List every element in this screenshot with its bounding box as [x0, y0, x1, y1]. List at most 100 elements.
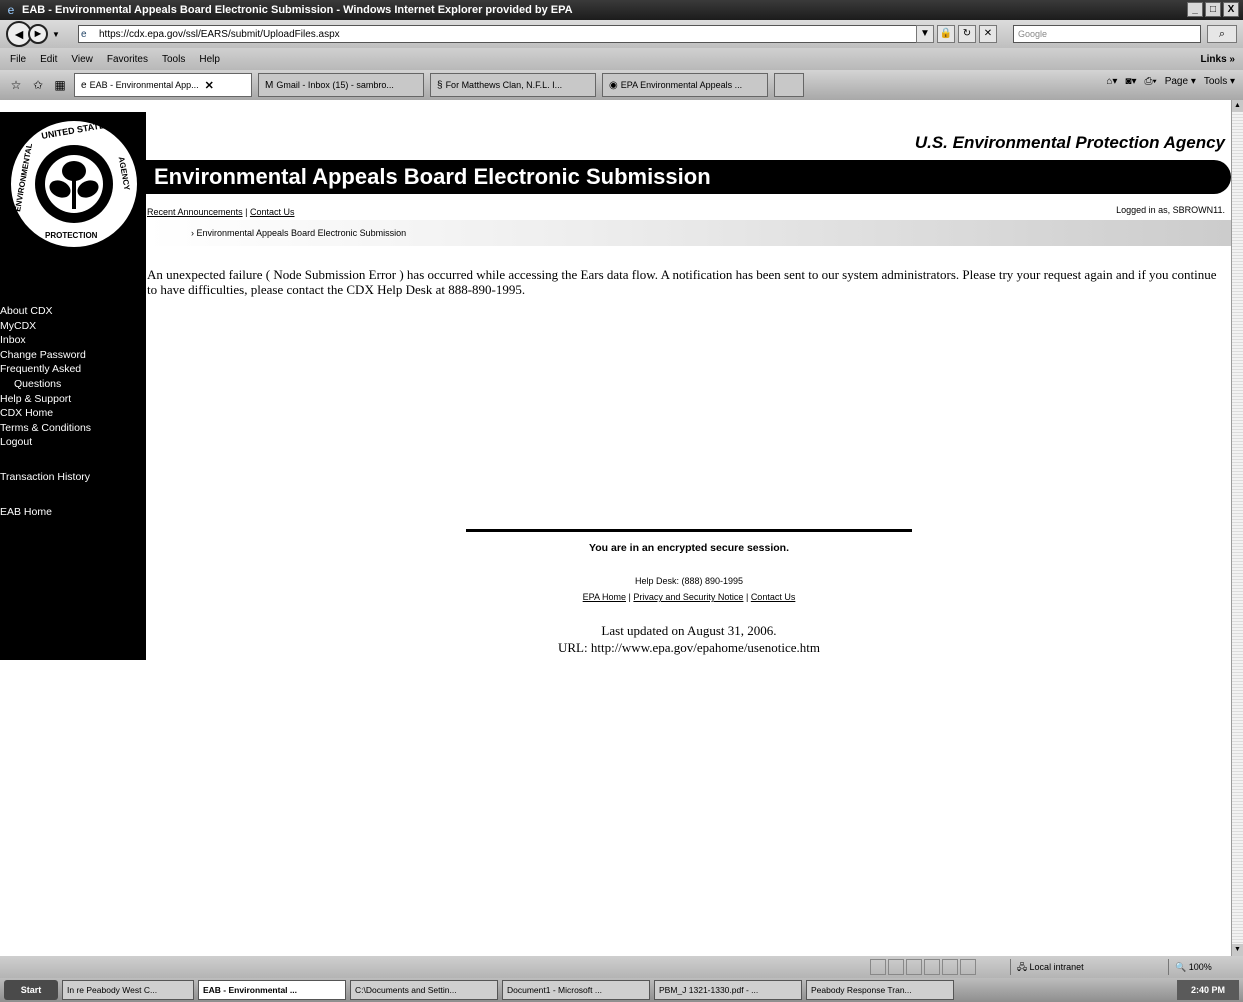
- feeds-icon[interactable]: ◙▾: [1125, 76, 1136, 87]
- forward-button[interactable]: ►: [28, 24, 48, 44]
- gmail-icon: M: [265, 79, 274, 91]
- logged-in-status: Logged in as, SBROWN11.: [1116, 205, 1225, 215]
- nav-eab-home[interactable]: EAB Home: [0, 505, 91, 520]
- menu-favorites[interactable]: Favorites: [107, 54, 148, 65]
- tab-new[interactable]: [774, 73, 804, 97]
- nav-faq[interactable]: Frequently Asked: [0, 362, 91, 377]
- favorites-star-icon[interactable]: ☆: [8, 78, 24, 92]
- task-peabody-response[interactable]: Peabody Response Tran...: [806, 980, 954, 1000]
- menu-help[interactable]: Help: [199, 54, 220, 65]
- task-in-re-peabody[interactable]: In re Peabody West C...: [62, 980, 194, 1000]
- url-dropdown-icon[interactable]: ▼: [916, 25, 934, 43]
- error-message: An unexpected failure ( Node Submission …: [147, 267, 1217, 297]
- lock-icon[interactable]: 🔒: [937, 25, 955, 43]
- seal-text-left: ENVIRONMENTAL: [13, 142, 35, 213]
- home-icon[interactable]: ⌂▾: [1106, 76, 1117, 87]
- minimize-button[interactable]: _: [1187, 2, 1203, 17]
- url-text: https://cdx.epa.gov/ssl/EARS/submit/Uplo…: [99, 28, 340, 40]
- epa-seal-logo: UNITED STATES ENVIRONMENTAL AGENCY PROTE…: [8, 118, 140, 250]
- menu-edit[interactable]: Edit: [40, 54, 57, 65]
- footer-divider: [466, 529, 912, 532]
- tab-label: For Matthews Clan, N.F.L. I...: [445, 80, 563, 90]
- history-dropdown-icon[interactable]: ▼: [50, 30, 62, 39]
- epa-tab-icon: ◉: [609, 79, 618, 91]
- seal-text-top: UNITED STATES: [40, 118, 112, 142]
- vertical-scrollbar[interactable]: ▲ ▼: [1231, 100, 1243, 956]
- stop-icon[interactable]: ✕: [979, 25, 997, 43]
- ie-logo-icon: e: [7, 3, 15, 17]
- tab-list-icon[interactable]: ▦: [52, 78, 68, 92]
- refresh-icon[interactable]: ↻: [958, 25, 976, 43]
- secure-session-text: You are in an encrypted secure session.: [589, 542, 789, 554]
- task-pdf[interactable]: PBM_J 1321-1330.pdf - ...: [654, 980, 802, 1000]
- tab-label: EPA Environmental Appeals ...: [620, 80, 743, 90]
- menu-file[interactable]: File: [10, 54, 26, 65]
- seal-text-bottom: PROTECTION: [45, 231, 98, 240]
- tab-label: EAB - Environmental App...: [89, 80, 199, 90]
- system-clock: 2:40 PM: [1177, 980, 1239, 1000]
- seal-flower-icon: [45, 155, 103, 213]
- last-updated-date: Last updated on August 31, 2006.: [601, 623, 777, 638]
- agency-title: U.S. Environmental Protection Agency: [914, 133, 1225, 152]
- nav-faq-questions[interactable]: Questions: [0, 377, 91, 392]
- page-menu[interactable]: Page ▾: [1165, 76, 1196, 87]
- url-field[interactable]: e https://cdx.epa.gov/ssl/EARS/submit/Up…: [78, 25, 926, 43]
- tab-close-icon[interactable]: ✕: [205, 79, 214, 92]
- nav-cdx-home[interactable]: CDX Home: [0, 406, 91, 421]
- nav-logout[interactable]: Logout: [0, 435, 91, 450]
- maximize-button[interactable]: □: [1205, 2, 1221, 17]
- menu-view[interactable]: View: [71, 54, 93, 65]
- window-title: EAB - Environmental Appeals Board Electr…: [22, 4, 573, 16]
- tab-label: Gmail - Inbox (15) - sambro...: [276, 80, 394, 90]
- tab-epa[interactable]: ◉ EPA Environmental Appeals ...: [602, 73, 768, 97]
- recent-announcements-link[interactable]: Recent Announcements: [147, 207, 243, 217]
- page-icon: e: [81, 28, 87, 40]
- footer-separator: |: [628, 592, 631, 602]
- zoom-level[interactable]: 🔍 100%: [1168, 959, 1238, 975]
- nav-terms[interactable]: Terms & Conditions: [0, 421, 91, 436]
- intranet-icon: 🖧: [1017, 962, 1030, 972]
- tab-gmail[interactable]: M Gmail - Inbox (15) - sambro...: [258, 73, 424, 97]
- task-eab[interactable]: EAB - Environmental ...: [198, 980, 346, 1000]
- epa-home-link[interactable]: EPA Home: [583, 592, 626, 602]
- footer-contact-link[interactable]: Contact Us: [751, 592, 796, 602]
- menu-tools[interactable]: Tools: [162, 54, 185, 65]
- notice-url: URL: http://www.epa.gov/epahome/usenotic…: [558, 640, 820, 655]
- nav-mycdx[interactable]: MyCDX: [0, 319, 91, 334]
- menu-bar: File Edit View Favorites Tools Help Link…: [0, 48, 1243, 70]
- task-word-document[interactable]: Document1 - Microsoft ...: [502, 980, 650, 1000]
- left-navigation: UNITED STATES ENVIRONMENTAL AGENCY PROTE…: [0, 112, 146, 660]
- zone-label: Local intranet: [1029, 962, 1084, 972]
- tab-eab[interactable]: e EAB - Environmental App... ✕: [74, 73, 252, 97]
- scroll-up-icon[interactable]: ▲: [1232, 100, 1243, 112]
- nav-help-support[interactable]: Help & Support: [0, 392, 91, 407]
- security-zone: 🖧 Local intranet: [1010, 959, 1120, 975]
- page-viewport: UNITED STATES ENVIRONMENTAL AGENCY PROTE…: [0, 100, 1231, 956]
- page-tab-icon: §: [437, 79, 443, 91]
- nav-about-cdx[interactable]: About CDX: [0, 304, 91, 319]
- close-button[interactable]: X: [1223, 2, 1239, 17]
- links-toolbar[interactable]: Links »: [1201, 54, 1235, 65]
- tools-menu[interactable]: Tools ▾: [1204, 76, 1235, 87]
- zoom-label: 100%: [1188, 962, 1212, 972]
- zoom-icon: 🔍: [1175, 962, 1189, 972]
- window-titlebar: e EAB - Environmental Appeals Board Elec…: [0, 0, 1243, 20]
- page-banner-title: Environmental Appeals Board Electronic S…: [146, 160, 1231, 194]
- page-footer: You are in an encrypted secure session. …: [466, 529, 912, 656]
- nav-transaction-history[interactable]: Transaction History: [0, 470, 91, 485]
- scroll-down-icon[interactable]: ▼: [1232, 944, 1243, 956]
- task-documents[interactable]: C:\Documents and Settin...: [350, 980, 498, 1000]
- privacy-notice-link[interactable]: Privacy and Security Notice: [633, 592, 743, 602]
- nav-inbox[interactable]: Inbox: [0, 333, 91, 348]
- nav-change-password[interactable]: Change Password: [0, 348, 91, 363]
- start-button[interactable]: Start: [4, 980, 58, 1000]
- search-icon[interactable]: ⌕: [1207, 25, 1237, 43]
- footer-links: EPA Home | Privacy and Security Notice |…: [466, 592, 912, 602]
- print-icon[interactable]: ⎙▾: [1144, 76, 1156, 87]
- search-input[interactable]: Google: [1013, 25, 1201, 43]
- contact-us-link[interactable]: Contact Us: [250, 207, 295, 217]
- status-cells: [870, 959, 976, 975]
- add-favorites-icon[interactable]: ✩: [30, 78, 46, 92]
- tab-matthews[interactable]: § For Matthews Clan, N.F.L. I...: [430, 73, 596, 97]
- top-links: Recent Announcements | Contact Us: [147, 207, 294, 217]
